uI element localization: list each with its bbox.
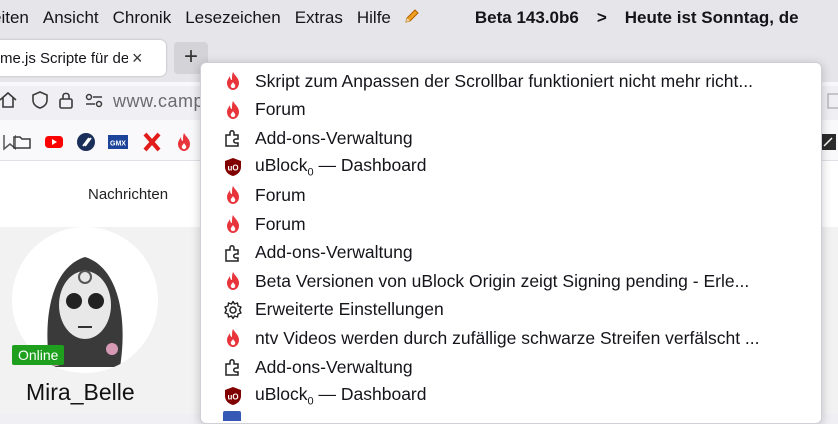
tab-title: me.js Scripte für de bbox=[0, 49, 128, 67]
youtube-icon[interactable] bbox=[44, 132, 64, 152]
url-text[interactable]: www.camp bbox=[113, 91, 204, 112]
flame-icon bbox=[223, 271, 243, 291]
menu-hilfe[interactable]: Hilfe bbox=[357, 8, 391, 28]
list-item[interactable]: Forum bbox=[201, 96, 821, 124]
list-item-label: Add-ons-Verwaltung bbox=[255, 242, 413, 263]
svg-text:GMX: GMX bbox=[110, 141, 126, 148]
permissions-icon[interactable] bbox=[84, 90, 104, 110]
flame-icon bbox=[223, 71, 243, 91]
list-item-peek bbox=[223, 411, 241, 421]
puzzle-icon bbox=[223, 128, 243, 148]
flame-icon[interactable] bbox=[174, 132, 194, 152]
list-item[interactable]: Add-ons-Verwaltung bbox=[201, 239, 821, 267]
list-item-label: Beta Versionen von uBlock Origin zeigt S… bbox=[255, 270, 750, 291]
list-item-label: Add-ons-Verwaltung bbox=[255, 127, 413, 148]
list-item[interactable]: Add-ons-Verwaltung bbox=[201, 124, 821, 152]
star-icon[interactable] bbox=[826, 92, 838, 112]
svg-text:uO: uO bbox=[227, 163, 238, 172]
tab-active[interactable]: me.js Scripte für de × bbox=[0, 40, 166, 76]
flame-icon bbox=[223, 100, 243, 120]
list-item[interactable]: Forum bbox=[201, 181, 821, 209]
nav-nachrichten[interactable]: Nachrichten bbox=[88, 186, 168, 203]
list-item[interactable]: Skript zum Anpassen der Scrollbar funkti… bbox=[201, 67, 821, 95]
status-badge: Online bbox=[12, 345, 65, 365]
list-item[interactable]: uO uBlock0 — Dashboard bbox=[201, 153, 821, 181]
list-item-label: Erweiterte Einstellungen bbox=[255, 299, 444, 320]
list-item[interactable]: Forum bbox=[201, 210, 821, 238]
list-item-label: ntv Videos werden durch zufällige schwar… bbox=[255, 327, 760, 348]
list-item[interactable]: Add-ons-Verwaltung bbox=[201, 353, 821, 381]
list-item[interactable]: Beta Versionen von uBlock Origin zeigt S… bbox=[201, 267, 821, 295]
ublock-icon: uO bbox=[223, 386, 243, 406]
version-label: Beta 143.0b6 bbox=[474, 8, 579, 27]
list-item-label: uBlock0 — Dashboard bbox=[255, 383, 427, 408]
gmx-icon[interactable]: GMX bbox=[108, 132, 128, 152]
flame-icon bbox=[223, 328, 243, 348]
folder-icon[interactable] bbox=[12, 132, 32, 152]
menu-bearbeiten[interactable]: eiten bbox=[0, 8, 29, 28]
shield-icon[interactable] bbox=[30, 90, 50, 110]
list-item-label: Skript zum Anpassen der Scrollbar funkti… bbox=[255, 70, 753, 91]
pencil-icon[interactable] bbox=[403, 7, 421, 30]
bookmark-site-icon[interactable] bbox=[76, 132, 96, 152]
close-icon[interactable]: × bbox=[132, 48, 143, 69]
home-icon[interactable] bbox=[0, 90, 18, 110]
x-bookmark-icon[interactable] bbox=[142, 132, 162, 152]
menu-ansicht[interactable]: Ansicht bbox=[43, 8, 99, 28]
flame-icon bbox=[223, 185, 243, 205]
lock-icon[interactable] bbox=[56, 90, 76, 110]
flame-icon bbox=[223, 214, 243, 234]
puzzle-icon bbox=[223, 243, 243, 263]
list-item-label: Add-ons-Verwaltung bbox=[255, 356, 413, 377]
history-dropdown: Skript zum Anpassen der Scrollbar funkti… bbox=[200, 62, 822, 424]
list-item[interactable]: ntv Videos werden durch zufällige schwar… bbox=[201, 324, 821, 352]
list-item[interactable]: uO uBlock0 — Dashboard bbox=[201, 382, 821, 410]
puzzle-icon bbox=[223, 357, 243, 377]
list-item-label: Forum bbox=[255, 213, 306, 234]
menu-extras[interactable]: Extras bbox=[295, 8, 343, 28]
menu-chronik[interactable]: Chronik bbox=[113, 8, 172, 28]
username[interactable]: Mira_Belle bbox=[26, 379, 135, 406]
menu-lesezeichen[interactable]: Lesezeichen bbox=[185, 8, 280, 28]
list-item-label: Forum bbox=[255, 184, 306, 205]
menubar: eiten Ansicht Chronik Lesezeichen Extras… bbox=[0, 0, 838, 36]
date-label: Heute ist Sonntag, de bbox=[624, 8, 799, 27]
list-item-label: uBlock0 — Dashboard bbox=[255, 155, 427, 179]
list-item-label: Forum bbox=[255, 99, 306, 120]
menubar-separator: > bbox=[596, 8, 607, 27]
gear-icon bbox=[223, 300, 243, 320]
svg-text:uO: uO bbox=[227, 392, 238, 401]
ublock-icon: uO bbox=[223, 157, 243, 177]
list-item[interactable]: Erweiterte Einstellungen bbox=[201, 296, 821, 324]
